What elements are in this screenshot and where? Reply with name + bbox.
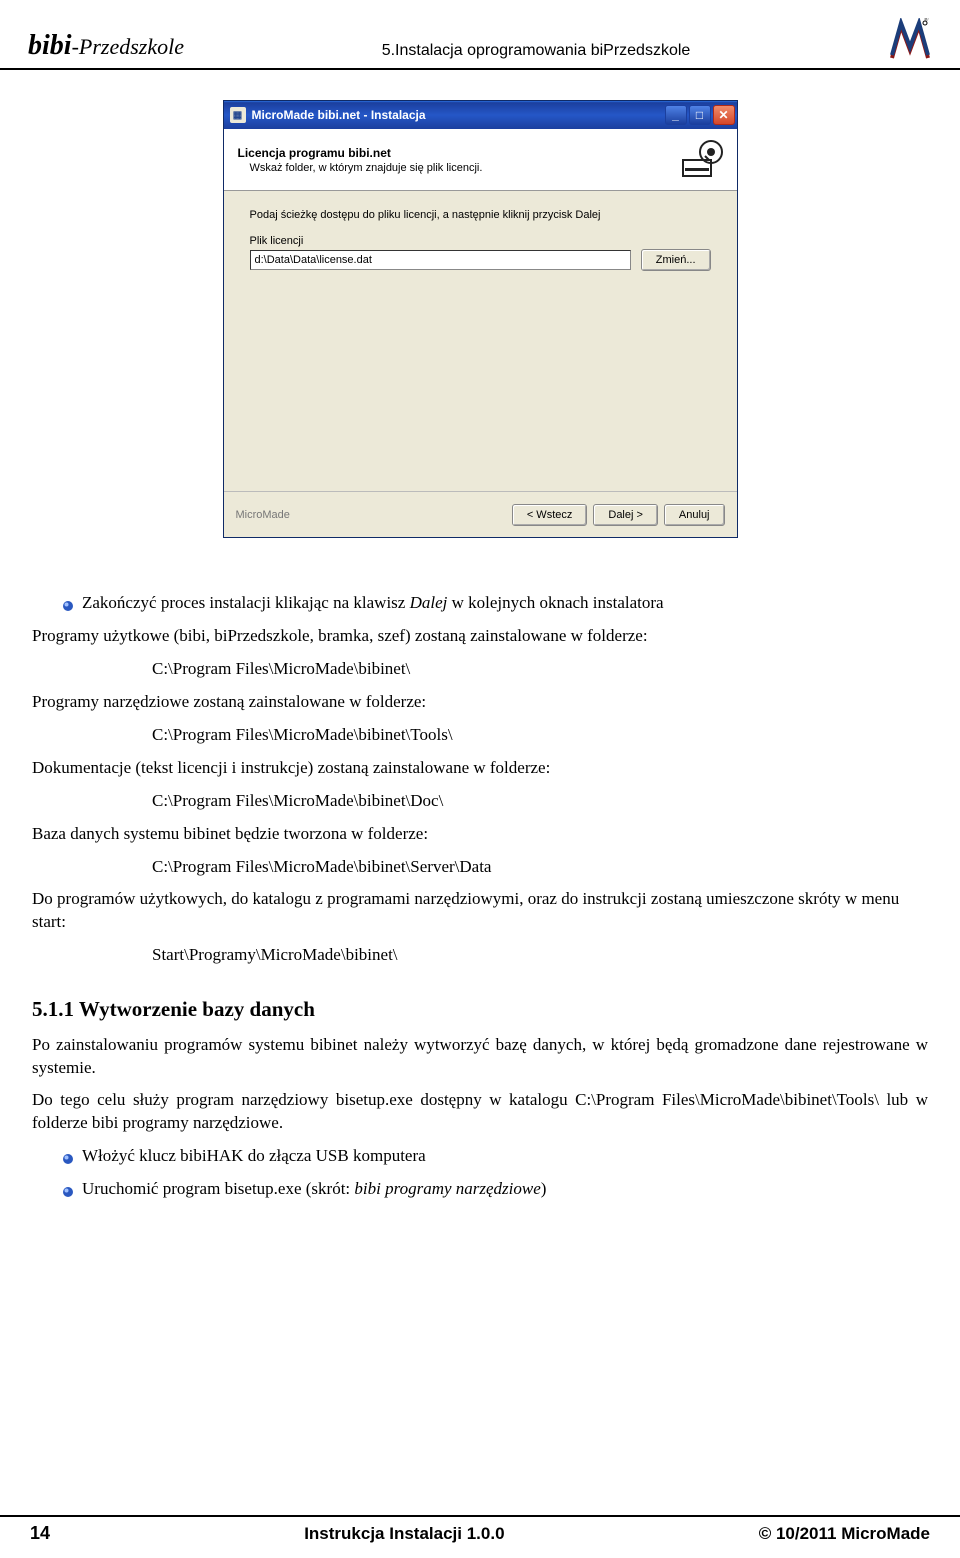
bullet-icon — [62, 596, 74, 608]
bullet-text-tail: ) — [541, 1179, 547, 1198]
license-path-input[interactable] — [250, 250, 631, 270]
installer-window: ▦ MicroMade bibi.net - Instalacja _ □ ✕ … — [223, 100, 738, 538]
footer-brand: MicroMade — [236, 509, 290, 521]
wizard-subtitle: Wskaż folder, w którym znajduje się plik… — [250, 162, 483, 174]
brand-suffix: -Przedszkole — [72, 34, 184, 59]
window-controls: _ □ ✕ — [665, 105, 735, 125]
brand-prefix: bibi — [28, 30, 72, 61]
wizard-icon — [679, 136, 723, 183]
page-footer: 14 Instrukcja Instalacji 1.0.0 © 10/2011… — [0, 1515, 960, 1558]
document-body: Zakończyć proces instalacji klikając na … — [0, 538, 960, 1201]
file-path: Start\Programy\MicroMade\bibinet\ — [152, 944, 928, 967]
page-number: 14 — [30, 1523, 50, 1544]
keyword: Dalej — [410, 593, 448, 612]
bullet-text: Zakończyć proces instalacji klikając na … — [82, 593, 410, 612]
close-button[interactable]: ✕ — [713, 105, 735, 125]
bullet-icon — [62, 1149, 74, 1161]
paragraph: Programy narzędziowe zostaną zainstalowa… — [32, 691, 928, 714]
paragraph: Do programów użytkowych, do katalogu z p… — [32, 888, 928, 934]
list-item: Zakończyć proces instalacji klikając na … — [62, 592, 928, 615]
paragraph: Dokumentacje (tekst licencji i instrukcj… — [32, 757, 928, 780]
field-label: Plik licencji — [250, 235, 711, 247]
app-icon: ▦ — [230, 107, 246, 123]
minimize-button[interactable]: _ — [665, 105, 687, 125]
brand-text: bibi-Przedszkole — [28, 30, 184, 62]
instruction-text: Podaj ścieżkę dostępu do pliku licencji,… — [250, 209, 711, 221]
change-button[interactable]: Zmień... — [641, 249, 711, 271]
paragraph: Programy użytkowe (bibi, biPrzedszkole, … — [32, 625, 928, 648]
file-path: C:\Program Files\MicroMade\bibinet\Doc\ — [152, 790, 928, 813]
paragraph: Do tego celu służy program narzędziowy b… — [32, 1089, 928, 1135]
back-button[interactable]: < Wstecz — [512, 504, 588, 526]
section-title: 5.Instalacja oprogramowania biPrzedszkol… — [184, 42, 888, 60]
list-item: Uruchomić program bisetup.exe (skrót: bi… — [62, 1178, 928, 1201]
footer-right: © 10/2011 MicroMade — [759, 1524, 930, 1544]
svg-text:®: ® — [924, 18, 929, 23]
wizard-title: Licencja programu bibi.net — [238, 146, 483, 160]
list-item: Włożyć klucz bibiHAK do złącza USB kompu… — [62, 1145, 928, 1168]
bullet-text: Uruchomić program bisetup.exe (skrót: — [82, 1179, 354, 1198]
cancel-button[interactable]: Anuluj — [664, 504, 725, 526]
paragraph: Po zainstalowaniu programów systemu bibi… — [32, 1034, 928, 1080]
window-title: MicroMade bibi.net - Instalacja — [252, 108, 665, 122]
page-header: bibi-Przedszkole 5.Instalacja oprogramow… — [0, 0, 960, 70]
wizard-header: Licencja programu bibi.net Wskaż folder,… — [224, 129, 737, 191]
titlebar[interactable]: ▦ MicroMade bibi.net - Instalacja _ □ ✕ — [224, 101, 737, 129]
keyword: bibi programy narzędziowe — [354, 1179, 540, 1198]
bullet-text-tail: w kolejnych oknach instalatora — [447, 593, 663, 612]
heading: 5.1.1 Wytworzenie bazy danych — [32, 995, 928, 1023]
file-path: C:\Program Files\MicroMade\bibinet\ — [152, 658, 928, 681]
bullet-text: Włożyć klucz bibiHAK do złącza USB kompu… — [82, 1145, 426, 1168]
bullet-icon — [62, 1182, 74, 1194]
file-path: C:\Program Files\MicroMade\bibinet\Tools… — [152, 724, 928, 747]
wizard-body: Podaj ścieżkę dostępu do pliku licencji,… — [224, 191, 737, 491]
paragraph: Baza danych systemu bibinet będzie tworz… — [32, 823, 928, 846]
brand-logo-icon: ® — [888, 18, 932, 62]
footer-center: Instrukcja Instalacji 1.0.0 — [50, 1524, 759, 1544]
wizard-footer: MicroMade < Wstecz Dalej > Anuluj — [224, 491, 737, 537]
maximize-button[interactable]: □ — [689, 105, 711, 125]
file-path: C:\Program Files\MicroMade\bibinet\Serve… — [152, 856, 928, 879]
next-button[interactable]: Dalej > — [593, 504, 658, 526]
